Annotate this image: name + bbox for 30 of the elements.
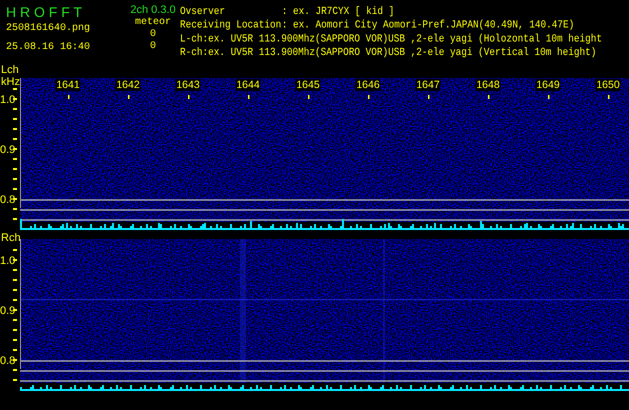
channel-label: Lch [1, 64, 19, 76]
unit-label: kHz [1, 76, 20, 88]
axis-tick-label: 1647 [415, 79, 441, 91]
timestamp: 25.08.16 16:40 [6, 42, 92, 54]
info-value: ex. UV5R 113.900Mhz(SAPPORO VOR)USB ,2-ele yagi (Vertical 10m height) [208, 46, 596, 59]
info-value: ex. UV5R 113.900Mhz(SAPPORO VOR)USB ,2-ele yagi (Holozontal 10m height [208, 32, 602, 45]
info-label: Receiving Location [180, 18, 282, 32]
file-name: 2508161640.png [6, 23, 92, 35]
axis-tick-label: 0.8 [0, 194, 16, 206]
info-value: : ex. Aomori City Aomori-Pref.JAPAN(40.49N, 140.47E) [282, 18, 574, 32]
app-logo: H R O F F T [6, 4, 83, 20]
info-label: L-ch: [180, 32, 208, 46]
info-label: Ovserver [180, 4, 226, 18]
axis-tick-label: 1646 [355, 79, 381, 91]
axis-tick-label: 0.8 [0, 355, 16, 367]
info-label: R-ch: [180, 46, 208, 60]
version-label: 2ch 0.3.0 [129, 4, 177, 17]
axis-tick-label: 1641 [55, 79, 81, 91]
meteor-count: 0 [148, 41, 157, 53]
axis-tick-label: 1649 [535, 79, 561, 91]
axis-tick-label: 1650 [595, 79, 621, 91]
axis-tick-label: 1645 [295, 79, 321, 91]
axis-tick-label: 1643 [175, 79, 201, 91]
meteor-count: 0 [148, 29, 157, 41]
axis-tick-label: 1642 [115, 79, 141, 91]
axis-tick-label: 1644 [235, 79, 261, 91]
channel-label: Rch [1, 232, 21, 244]
info-value: : ex. JR7CYX [ kid ] [282, 4, 394, 18]
axis-tick-label: 1648 [475, 79, 501, 91]
meteor-label: meteor [134, 17, 172, 29]
